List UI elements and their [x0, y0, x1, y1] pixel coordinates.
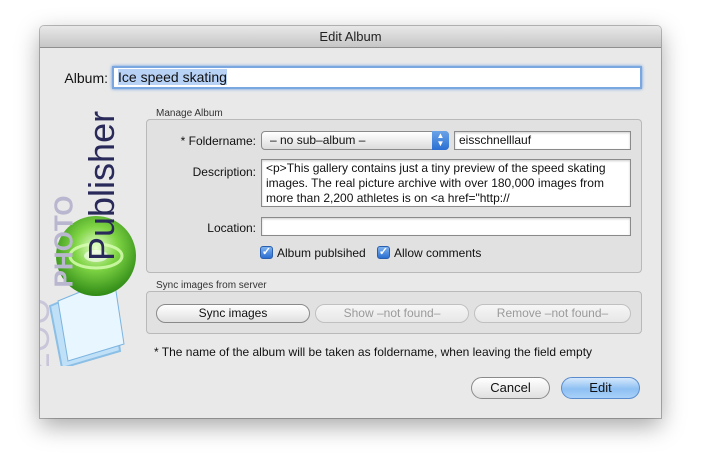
foldername-footnote: * The name of the album will be taken as…	[154, 345, 593, 359]
album-name-value: Ice speed skating	[118, 69, 227, 85]
foldername-popup-value: – no sub–album –	[270, 133, 366, 147]
logo-text-photo: PHOTO	[48, 195, 79, 288]
album-name-field[interactable]: Ice speed skating	[112, 66, 642, 89]
popup-arrows-icon: ▲ ▼	[432, 131, 449, 150]
show-not-found-button[interactable]: Show –not found–	[315, 304, 469, 323]
manage-album-title: Manage Album	[156, 108, 223, 119]
edit-album-dialog: Edit Album ZOO PHOTO Publisher Album: Ic…	[40, 26, 661, 418]
description-line: more than 2,200 athletes is on <a href="…	[266, 191, 510, 205]
cancel-button[interactable]: Cancel	[471, 377, 550, 399]
sync-images-button[interactable]: Sync images	[156, 304, 310, 323]
sync-images-title: Sync images from server	[156, 280, 267, 291]
album-label: Album:	[64, 70, 108, 86]
description-line: images. The real picture archive with ov…	[266, 176, 604, 190]
foldername-popup[interactable]: – no sub–album – ▲ ▼	[261, 131, 449, 150]
location-label: Location:	[207, 221, 256, 235]
album-published-label: Album publsihed	[277, 246, 366, 260]
remove-not-found-button[interactable]: Remove –not found–	[474, 304, 631, 323]
edit-button[interactable]: Edit	[561, 377, 640, 399]
description-label: Description:	[192, 165, 256, 179]
album-published-checkbox[interactable]: ✓	[260, 246, 273, 259]
window-title: Edit Album	[40, 26, 661, 48]
description-field[interactable]: <p>This gallery contains just a tiny pre…	[261, 159, 631, 207]
location-field[interactable]	[261, 217, 631, 236]
logo-text-zoo: ZOO	[40, 297, 57, 366]
foldername-field[interactable]: eisschnelllauf	[454, 131, 631, 150]
description-line: <p>This gallery contains just a tiny pre…	[266, 161, 606, 175]
allow-comments-label: Allow comments	[394, 246, 482, 260]
allow-comments-checkbox[interactable]: ✓	[377, 246, 390, 259]
logo-text-publisher: Publisher	[81, 110, 122, 261]
zoo-photo-publisher-logo: ZOO PHOTO Publisher	[40, 106, 160, 366]
foldername-field-value: eisschnelllauf	[459, 133, 532, 147]
foldername-label: * Foldername:	[180, 134, 256, 148]
